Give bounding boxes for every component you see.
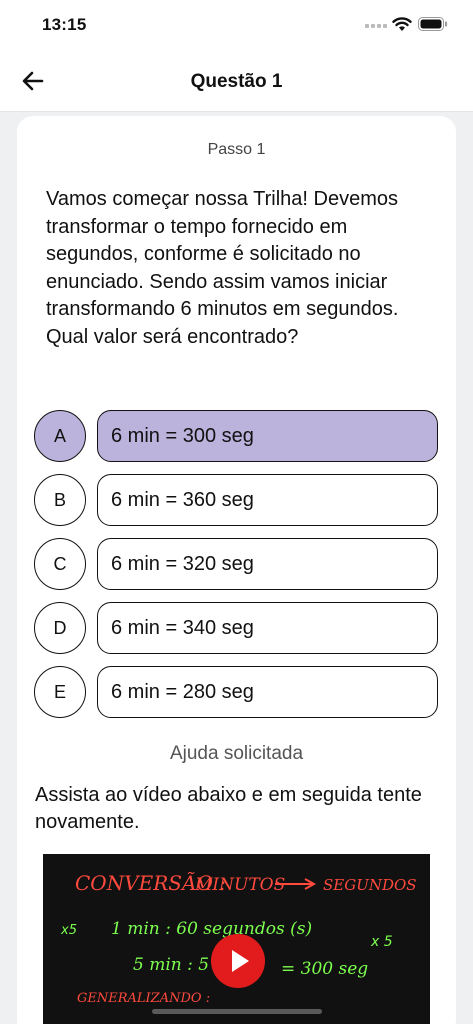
app-header: Questão 1 bbox=[0, 50, 473, 112]
help-title: Ajuda solicitada bbox=[169, 743, 304, 764]
page-title: Questão 1 bbox=[190, 71, 283, 92]
video-title-right: SEGUNDOS bbox=[323, 876, 417, 894]
video-mult-right: x 5 bbox=[370, 934, 393, 950]
option-b[interactable]: B 6 min = 360 seg bbox=[34, 474, 438, 526]
video-line-3: GENERALIZANDO : bbox=[77, 991, 210, 1006]
option-d[interactable]: D 6 min = 340 seg bbox=[34, 602, 438, 654]
help-video-player[interactable]: CONVERSÃO : MINUTOS SEGUNDOS x5 1 min : … bbox=[43, 854, 430, 1024]
option-letter[interactable]: C bbox=[34, 538, 86, 590]
option-letter[interactable]: B bbox=[34, 474, 86, 526]
option-e[interactable]: E 6 min = 280 seg bbox=[34, 666, 438, 718]
option-text[interactable]: 6 min = 340 seg bbox=[97, 602, 438, 654]
question-card: Passo 1 Vamos começar nossa Trilha! Deve… bbox=[17, 116, 456, 1024]
option-a[interactable]: A 6 min = 300 seg bbox=[34, 410, 438, 462]
help-text: Assista ao vídeo abaixo e em seguida ten… bbox=[35, 784, 422, 833]
cellular-signal-icon bbox=[365, 24, 387, 28]
home-indicator bbox=[152, 1009, 322, 1014]
video-mult-left: x5 bbox=[60, 923, 77, 938]
step-label: Passo 1 bbox=[207, 141, 266, 158]
option-c[interactable]: C 6 min = 320 seg bbox=[34, 538, 438, 590]
video-title-mid: MINUTOS bbox=[194, 875, 285, 895]
status-bar: 13:15 bbox=[0, 0, 473, 50]
option-letter[interactable]: A bbox=[34, 410, 86, 462]
video-line-1: 1 min : 60 segundos (s) bbox=[111, 919, 312, 939]
option-text[interactable]: 6 min = 320 seg bbox=[97, 538, 438, 590]
play-icon bbox=[232, 950, 249, 972]
video-line-2: 5 min : 5 bbox=[133, 955, 209, 975]
status-time: 13:15 bbox=[42, 15, 87, 34]
play-button[interactable] bbox=[211, 934, 265, 988]
battery-icon bbox=[418, 17, 447, 31]
video-line-2-result: = 300 seg bbox=[281, 959, 368, 979]
wifi-icon bbox=[392, 17, 412, 31]
option-text[interactable]: 6 min = 360 seg bbox=[97, 474, 438, 526]
option-letter[interactable]: E bbox=[34, 666, 86, 718]
option-letter[interactable]: D bbox=[34, 602, 86, 654]
option-text[interactable]: 6 min = 300 seg bbox=[97, 410, 438, 462]
question-text: Vamos começar nossa Trilha! Devemos tran… bbox=[46, 188, 399, 348]
option-text[interactable]: 6 min = 280 seg bbox=[97, 666, 438, 718]
